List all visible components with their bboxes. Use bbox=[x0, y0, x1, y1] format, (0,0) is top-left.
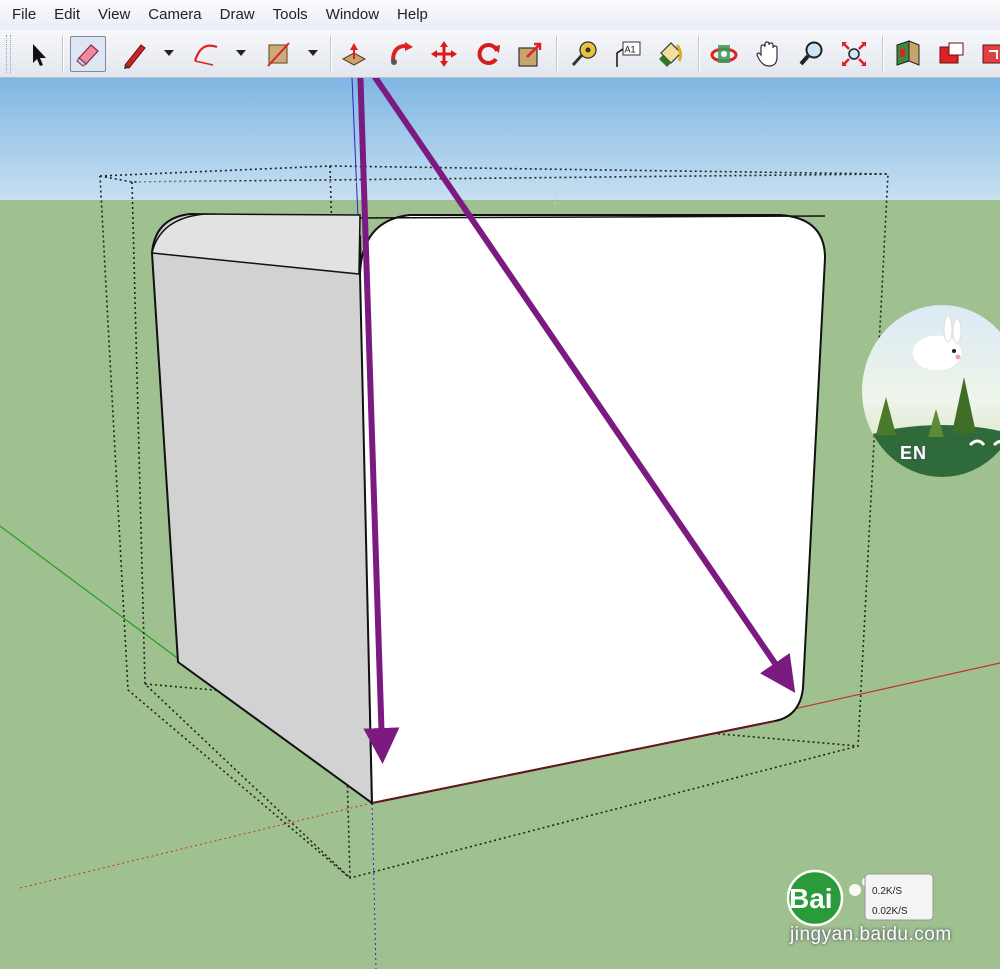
menu-view[interactable]: View bbox=[89, 0, 139, 30]
toolbar-separator bbox=[698, 36, 700, 72]
menu-window[interactable]: Window bbox=[317, 0, 388, 30]
rectangle-tool-dropdown[interactable] bbox=[308, 50, 318, 56]
watermark-brand: Bai bbox=[789, 883, 833, 914]
watermark-logo: Bai bbox=[786, 869, 934, 927]
tape-measure-tool-button[interactable] bbox=[566, 36, 602, 72]
zoom-tool-button[interactable] bbox=[794, 36, 830, 72]
eraser-icon bbox=[76, 44, 99, 67]
extension-button[interactable] bbox=[976, 36, 1000, 72]
rotate-icon bbox=[477, 43, 500, 65]
rectangle-tool-button[interactable] bbox=[260, 36, 296, 72]
arc-tool-button[interactable] bbox=[188, 36, 224, 72]
menu-help[interactable]: Help bbox=[388, 0, 437, 30]
component-icon bbox=[939, 42, 964, 64]
pan-icon bbox=[756, 41, 778, 67]
component-button[interactable] bbox=[934, 36, 970, 72]
toolbar: A1 bbox=[0, 30, 1000, 78]
net-speed-up: 0.2K/S bbox=[872, 886, 903, 897]
pan-tool-button[interactable] bbox=[750, 36, 786, 72]
eraser-tool-button[interactable] bbox=[70, 36, 106, 72]
menu-tools[interactable]: Tools bbox=[264, 0, 317, 30]
modeling-viewport[interactable]: EN Bai 0.2K/S 0.02K/S jingyan.baidu.com bbox=[0, 78, 1000, 969]
text-icon: A1 bbox=[616, 41, 641, 67]
cube-front-face[interactable] bbox=[358, 214, 827, 805]
text-tool-glyph: A1 bbox=[625, 45, 636, 55]
paint-bucket-icon bbox=[659, 42, 683, 67]
menu-camera[interactable]: Camera bbox=[139, 0, 210, 30]
line-tool-dropdown[interactable] bbox=[164, 50, 174, 56]
orbit-icon bbox=[710, 45, 738, 63]
menu-edit[interactable]: Edit bbox=[45, 0, 89, 30]
push-pull-tool-button[interactable] bbox=[336, 36, 372, 72]
toolbar-separator bbox=[62, 36, 64, 72]
arc-tool-dropdown[interactable] bbox=[236, 50, 246, 56]
orbit-tool-button[interactable] bbox=[706, 36, 742, 72]
rectangle-icon bbox=[267, 42, 290, 67]
watermark-site: jingyan.baidu.com bbox=[790, 924, 952, 945]
warehouse-icon bbox=[896, 40, 920, 66]
text-tool-button[interactable]: A1 bbox=[608, 36, 644, 72]
menu-bar: File Edit View Camera Draw Tools Window … bbox=[0, 0, 1000, 31]
paint-bucket-tool-button[interactable] bbox=[652, 36, 688, 72]
follow-me-tool-button[interactable] bbox=[384, 36, 420, 72]
toolbar-grip[interactable] bbox=[6, 35, 11, 73]
rotate-tool-button[interactable] bbox=[470, 36, 506, 72]
toolbar-separator bbox=[882, 36, 884, 72]
menu-file[interactable]: File bbox=[0, 0, 45, 30]
warehouse-button[interactable] bbox=[890, 36, 926, 72]
extension-icon bbox=[982, 44, 1000, 64]
scene-canvas[interactable] bbox=[0, 78, 1000, 969]
move-tool-button[interactable] bbox=[426, 36, 462, 72]
follow-me-icon bbox=[391, 42, 413, 65]
select-icon bbox=[33, 44, 46, 66]
toolbar-separator bbox=[556, 36, 558, 72]
line-tool-button[interactable] bbox=[116, 36, 152, 72]
net-speed-down: 0.02K/S bbox=[872, 906, 908, 917]
zoom-extents-tool-button[interactable] bbox=[836, 36, 872, 72]
pencil-line-icon bbox=[124, 44, 146, 69]
arc-icon bbox=[193, 44, 218, 66]
push-pull-icon bbox=[341, 43, 367, 66]
select-tool-button[interactable] bbox=[20, 36, 56, 72]
menu-draw[interactable]: Draw bbox=[211, 0, 264, 30]
zoom-extents-icon bbox=[842, 42, 866, 66]
toolbar-separator bbox=[330, 36, 332, 72]
tape-measure-icon bbox=[571, 41, 597, 67]
move-icon bbox=[431, 41, 457, 67]
scale-icon bbox=[518, 42, 542, 67]
zoom-icon bbox=[799, 41, 823, 66]
scale-tool-button[interactable] bbox=[512, 36, 548, 72]
ime-language-label: EN bbox=[900, 443, 928, 463]
